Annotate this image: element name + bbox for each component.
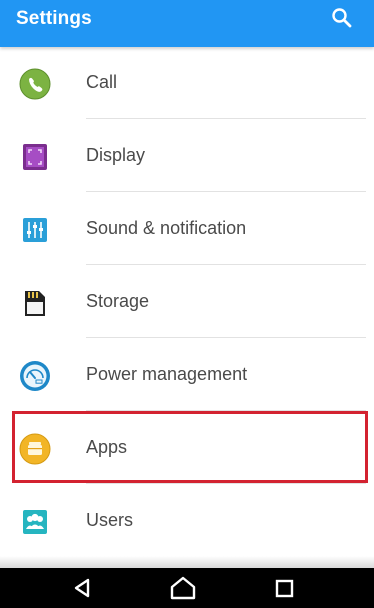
sound-notification-icon xyxy=(18,213,52,247)
settings-item-label: Power management xyxy=(86,364,248,384)
call-icon xyxy=(18,67,52,101)
settings-item-apps[interactable]: Apps xyxy=(0,412,374,485)
divider xyxy=(86,410,366,411)
settings-item-call[interactable]: Call xyxy=(0,47,374,120)
divider xyxy=(86,264,366,265)
settings-item-users[interactable]: Users xyxy=(0,485,374,558)
settings-item-label: Sound & notification xyxy=(86,218,247,238)
settings-item-storage[interactable]: Storage xyxy=(0,266,374,339)
divider xyxy=(86,191,366,192)
settings-item-label: Users xyxy=(86,510,134,530)
settings-item-display[interactable]: Display xyxy=(0,120,374,193)
settings-item-label: Storage xyxy=(86,291,150,311)
settings-screen: Settings Call Display Sound & notificati… xyxy=(0,0,374,608)
users-icon xyxy=(18,505,52,539)
home-icon[interactable] xyxy=(168,574,198,602)
recents-icon[interactable] xyxy=(270,574,300,602)
settings-item-power-management[interactable]: Power management xyxy=(0,339,374,412)
storage-icon xyxy=(18,286,52,320)
list-bottom-shadow xyxy=(0,556,374,568)
display-icon xyxy=(18,140,52,174)
divider xyxy=(86,337,366,338)
power-management-icon xyxy=(18,359,52,393)
page-title: Settings xyxy=(16,8,92,29)
apps-icon xyxy=(18,432,52,466)
navigation-bar xyxy=(0,568,374,608)
divider xyxy=(86,118,366,119)
back-icon[interactable] xyxy=(67,574,97,602)
settings-item-label: Call xyxy=(86,72,118,92)
settings-item-sound-notification[interactable]: Sound & notification xyxy=(0,193,374,266)
app-bar: Settings xyxy=(0,0,374,47)
settings-item-label: Apps xyxy=(86,437,128,457)
search-icon[interactable] xyxy=(328,4,356,32)
settings-item-label: Display xyxy=(86,145,146,165)
divider xyxy=(86,483,366,484)
